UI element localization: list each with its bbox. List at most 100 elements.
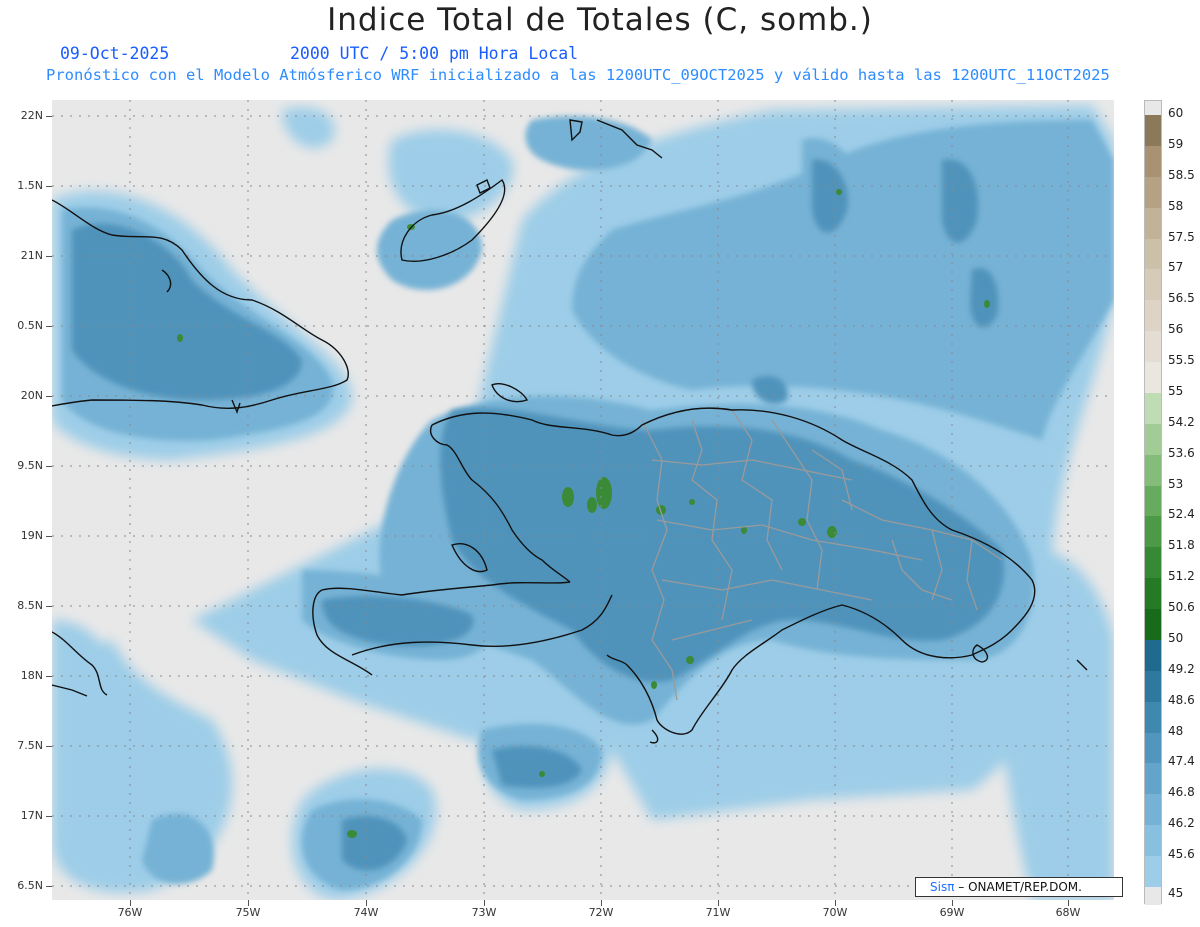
lat-label-17n: 17N (20, 809, 43, 822)
legend-swatch (1145, 856, 1161, 888)
lon-label-73w: 73W (471, 906, 497, 919)
lat-label-17-5n: 7.5N (17, 739, 43, 752)
legend-label: 47.4 (1168, 754, 1195, 769)
legend-swatch (1145, 701, 1161, 734)
lat-tick (46, 186, 52, 187)
lat-tick (46, 116, 52, 117)
legend-swatch (1145, 176, 1161, 209)
legend-swatch (1145, 516, 1161, 548)
lon-tick (718, 900, 719, 906)
lon-label-70w: 70W (822, 906, 848, 919)
lat-tick (46, 536, 52, 537)
legend-label: 55.5 (1168, 353, 1195, 368)
lon-tick (366, 900, 367, 906)
legend-label: 51.8 (1168, 538, 1195, 553)
lat-label-20-5n: 0.5N (17, 319, 43, 332)
legend-swatch (1145, 207, 1161, 239)
legend-label: 55 (1168, 383, 1184, 398)
legend-label: 46.2 (1168, 816, 1195, 831)
legend-label: 60 (1168, 106, 1184, 120)
legend-label: 52.4 (1168, 507, 1195, 522)
lon-label-74w: 74W (353, 906, 379, 919)
legend-swatch (1145, 578, 1161, 610)
lon-label-76w: 76W (117, 906, 143, 919)
legend-label: 53.6 (1168, 445, 1195, 460)
lat-label-21-5n: 1.5N (17, 179, 43, 192)
lat-tick (46, 746, 52, 747)
weather-map (52, 100, 1114, 900)
legend-bottom-cap (1145, 887, 1161, 905)
legend-swatch (1145, 392, 1161, 425)
legend-swatch (1145, 269, 1161, 301)
map-canvas (52, 100, 1114, 900)
legend-label: 58.5 (1168, 167, 1195, 182)
forecast-description: Pronóstico con el Modelo Atmósferico WRF… (46, 66, 1110, 84)
legend-label: 48.6 (1168, 692, 1195, 707)
legend-swatch (1145, 423, 1161, 456)
lon-label-71w: 71W (705, 906, 731, 919)
legend-label: 58 (1168, 198, 1184, 213)
legend-swatch (1145, 670, 1161, 703)
lat-tick (46, 676, 52, 677)
forecast-date: 09-Oct-2025 (60, 44, 170, 63)
legend-top-cap (1145, 101, 1161, 115)
lat-label-18-5n: 8.5N (17, 599, 43, 612)
credit-brand: Sisπ (930, 880, 955, 894)
color-scale-legend (1144, 100, 1162, 905)
lat-tick (46, 816, 52, 817)
legend-label: 59 (1168, 136, 1184, 151)
legend-swatch (1145, 145, 1161, 178)
lon-label-69w: 69W (939, 906, 965, 919)
legend-swatch (1145, 115, 1161, 147)
lon-tick (130, 900, 131, 906)
legend-label: 56 (1168, 322, 1184, 337)
lat-label-21n: 21N (20, 249, 43, 262)
lon-tick (484, 900, 485, 906)
legend-label: 45 (1168, 886, 1184, 900)
legend-label: 53 (1168, 476, 1184, 491)
lat-label-16-5n: 6.5N (17, 879, 43, 892)
legend-swatch (1145, 732, 1161, 764)
lon-label-68w: 68W (1055, 906, 1081, 919)
lon-tick (1068, 900, 1069, 906)
lat-label-18n: 18N (20, 669, 43, 682)
legend-label: 51.2 (1168, 569, 1195, 584)
chart-title: Indice Total de Totales (C, somb.) (327, 2, 873, 38)
legend-label: 54.2 (1168, 414, 1195, 429)
lon-tick (601, 900, 602, 906)
legend-swatch (1145, 763, 1161, 795)
legend-label: 48 (1168, 723, 1184, 738)
lon-tick (952, 900, 953, 906)
legend-swatch (1145, 609, 1161, 641)
legend-label: 57 (1168, 260, 1184, 275)
legend-swatch (1145, 362, 1161, 394)
lat-tick (46, 886, 52, 887)
legend-swatch (1145, 825, 1161, 857)
lon-label-72w: 72W (588, 906, 614, 919)
legend-swatch (1145, 639, 1161, 672)
legend-swatch (1145, 300, 1161, 332)
forecast-time: 2000 UTC / 5:00 pm Hora Local (290, 44, 579, 63)
lat-tick (46, 256, 52, 257)
legend-label: 50.6 (1168, 600, 1195, 615)
lat-tick (46, 606, 52, 607)
lat-tick (46, 326, 52, 327)
legend-label: 45.6 (1168, 847, 1195, 862)
legend-swatch (1145, 331, 1161, 363)
legend-swatch (1145, 547, 1161, 579)
credit-text: – ONAMET/REP.DOM. (954, 880, 1082, 894)
legend-label: 46.8 (1168, 785, 1195, 800)
legend-swatch (1145, 794, 1161, 826)
legend-swatch (1145, 485, 1161, 517)
legend-label: 49.2 (1168, 661, 1195, 676)
lon-tick (248, 900, 249, 906)
legend-swatch (1145, 238, 1161, 270)
lon-tick (835, 900, 836, 906)
legend-label: 50 (1168, 630, 1184, 645)
lat-label-19n: 19N (20, 529, 43, 542)
legend-label: 57.5 (1168, 229, 1195, 244)
legend-label: 56.5 (1168, 291, 1195, 306)
lat-tick (46, 396, 52, 397)
lat-label-22n: 22N (20, 109, 43, 122)
lon-label-75w: 75W (235, 906, 261, 919)
